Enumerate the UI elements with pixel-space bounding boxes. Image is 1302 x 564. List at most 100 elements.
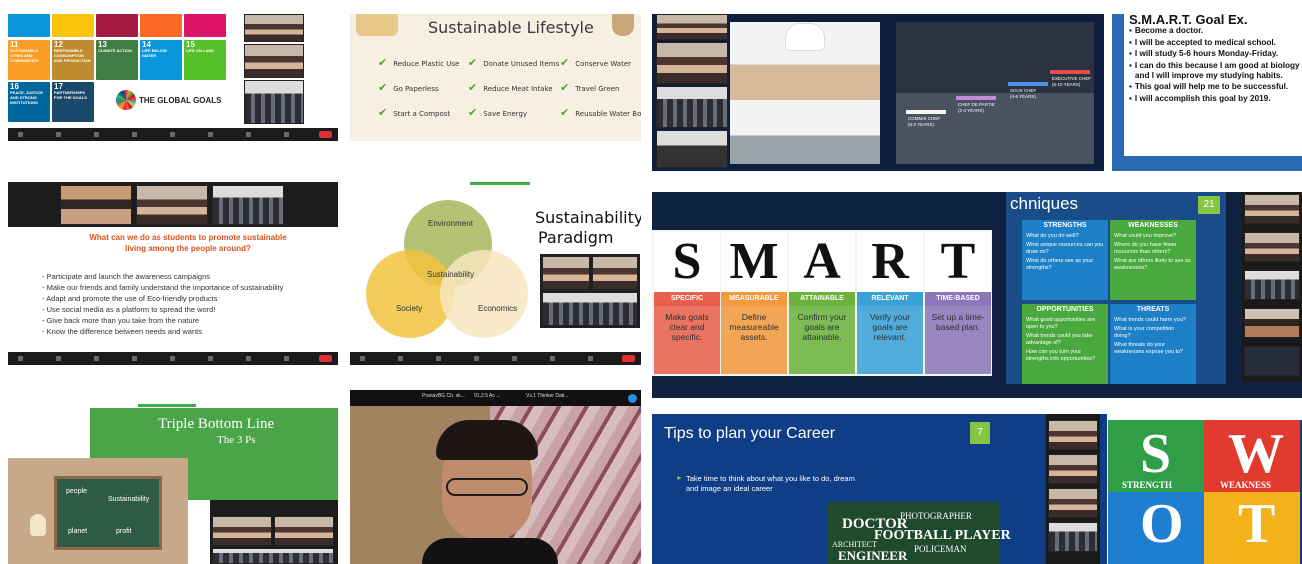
sdg-tile-label: RESPONSIBLE CONSUMPTION AND PRODUCTION — [54, 48, 91, 63]
panel-career-tips: Tips to plan your Career 7 ► Take time t… — [652, 414, 1107, 564]
career-word: FOOTBALL PLAYER — [874, 528, 1011, 543]
sdg-tile-label: LIFE ON LAND — [186, 48, 214, 53]
participant-video — [212, 548, 334, 564]
swot-box-item: What are others likely to see as weaknes… — [1114, 258, 1191, 271]
swot-box: STRENGTHS What do you do well? What unique… — [1022, 220, 1108, 300]
goal-text: Become a doctor. — [1134, 26, 1204, 35]
swot-box-item: What unique resources can you draw on? — [1026, 242, 1104, 255]
bullet-square-icon: ▪ — [1129, 60, 1132, 70]
slide-title-line2: Paradigm — [538, 228, 614, 247]
participant-video — [542, 256, 590, 290]
venn-label-society: Society — [396, 304, 423, 313]
bullet-square-icon: ▪ — [1129, 37, 1132, 47]
bullet-square-icon: ▪ — [1129, 26, 1132, 35]
info-icon[interactable] — [628, 394, 637, 403]
sdg-tile-top-5 — [184, 14, 226, 37]
career-level-label: CHEF DE PARTIE (2-4 YEARS) — [958, 102, 995, 113]
lifestyle-item-label: Donate Unused Items — [483, 60, 560, 68]
gallery-cell[interactable]: 91,2.5 Ac ... — [474, 393, 500, 399]
slide-question: What can we do as students to promote su… — [89, 233, 287, 253]
swot-label-strength: STRENGTH — [1122, 480, 1173, 490]
sdg-tile-label: PARTNERSHIPS FOR THE GOALS — [54, 90, 87, 100]
end-meeting-button[interactable] — [622, 355, 635, 362]
career-level-label: COMMIS CHEF (0-2 YEARS) — [908, 116, 940, 127]
lifestyle-item-label: Reduce Plastic Use — [393, 60, 460, 68]
smart-letter: S — [672, 233, 702, 290]
participant-video — [1244, 346, 1300, 376]
gallery-cell[interactable]: Vs.1 Thinker Dati... — [526, 393, 568, 399]
zoom-toolbar[interactable] — [350, 352, 641, 365]
smart-label: MEASURABLE — [721, 292, 787, 306]
venn-label-sustainability: Sustainability — [427, 270, 475, 279]
sdg-tile-number: 14 — [142, 40, 151, 49]
page-title: Sustainable Lifestyle — [428, 18, 594, 37]
global-goals-label: THE GLOBAL GOALS — [139, 96, 222, 105]
panel-sustainable-lifestyle: Sustainable Lifestyle ✔ Reduce Plastic Us… — [350, 14, 641, 141]
bullet-square-icon: ▪ — [1129, 82, 1132, 92]
bullet-item: - Participate and launch the awareness c… — [42, 272, 211, 281]
slide-subtitle: The 3 Ps — [217, 434, 256, 446]
slide-title: Tips to plan your Career — [664, 425, 836, 442]
kitchen-image — [896, 22, 1094, 164]
panel-swot-puzzle: S STRENGTH W WEAKNESS O T — [1108, 420, 1302, 564]
top-strip — [138, 404, 196, 407]
smart-column: A ATTAINABLE Confirm your goals are attain… — [789, 232, 855, 374]
panel-triple-bottom-line: Triple Bottom Line The 3 Ps people Susta… — [8, 404, 338, 564]
zoom-toolbar[interactable] — [8, 128, 338, 141]
lifestyle-item: ✔ Reduce Meat Intake — [468, 81, 553, 94]
sdg-tile-label: PEACE, JUSTICE AND STRONG INSTITUTIONS — [10, 90, 43, 105]
participant-video — [656, 42, 728, 84]
check-icon: ✔ — [560, 56, 570, 69]
sdg-tile: 13 CLIMATE ACTION — [96, 40, 138, 80]
sdg-tile: 17 PARTNERSHIPS FOR THE GOALS — [52, 82, 94, 122]
check-icon: ✔ — [560, 106, 570, 119]
smart-description: Define measureable assets. — [721, 306, 787, 374]
slide-title-line1: Sustainability — [535, 208, 641, 227]
gallery-cell[interactable]: PranavBG Ch. sk... — [422, 393, 465, 399]
participant-video — [1048, 522, 1098, 552]
swot-box-heading: THREATS — [1136, 306, 1170, 313]
goal-line: ▪ I will be accepted to medical school. — [1129, 38, 1302, 48]
decor-leaf — [612, 14, 634, 36]
smart-letter: R — [871, 233, 909, 290]
speaker-glasses — [446, 478, 528, 496]
goal-line: ▪ This goal will help me to be successful… — [1129, 82, 1302, 92]
smart-column: R RELEVANT Verify your goals are relevant. — [857, 232, 923, 374]
lifestyle-item: ✔ Reusable Water Bottle — [560, 106, 641, 119]
panel-sdg-goals: THE GLOBAL GOALS 11 SUSTAINABLE CITIES AN… — [8, 14, 338, 141]
smart-description: Set up a time-based plan. — [925, 306, 991, 374]
participant-video — [1244, 270, 1300, 300]
bullet-item: - Know the difference between needs and … — [42, 327, 202, 336]
swot-letter-s: S — [1140, 423, 1172, 485]
participant-video — [592, 256, 638, 290]
slide-number: 7 — [970, 422, 990, 444]
zoom-toolbar[interactable] — [8, 352, 338, 365]
goal-text: I will study 5-6 hours Monday-Friday. — [1134, 49, 1279, 59]
panel-students-question: What can we do as students to promote su… — [8, 182, 338, 365]
sdg-tile: 15 LIFE ON LAND — [184, 40, 226, 80]
lifestyle-item-label: Travel Green — [575, 85, 620, 93]
swot-letter-o: O — [1140, 493, 1184, 555]
smart-label: ATTAINABLE — [789, 292, 855, 306]
sdg-tile-number: 11 — [10, 40, 19, 49]
venn-label-environment: Environment — [428, 219, 473, 228]
sdg-tile-number: 15 — [186, 40, 195, 49]
participant-video — [1048, 454, 1098, 484]
check-icon: ✔ — [378, 81, 388, 94]
sdg-tile-number: 17 — [54, 82, 63, 91]
goal-text: I will be accepted to medical school. — [1134, 37, 1276, 47]
goal-text: I can do this because I am good at biolo… — [1134, 60, 1300, 80]
swot-label-weakness: WEAKNESS — [1220, 480, 1272, 490]
swot-letter-t: T — [1238, 493, 1276, 555]
participant-video — [656, 130, 728, 168]
swot-box: WEAKNESSES What could you improve? Where d… — [1110, 220, 1196, 300]
bullet-list: - Participate and launch the awareness c… — [42, 271, 332, 337]
end-meeting-button[interactable] — [319, 131, 332, 138]
goal-line: ▪ I can do this because I am good at biol… — [1129, 61, 1302, 81]
smart-column: M MEASURABLE Define measureable assets. — [721, 232, 787, 374]
end-meeting-button[interactable] — [319, 355, 332, 362]
lifestyle-item-label: Start a Compost — [393, 110, 451, 118]
lifestyle-item: ✔ Donate Unused Items — [468, 56, 559, 69]
career-level-bar — [1008, 82, 1048, 86]
lifestyle-item: ✔ Reduce Plastic Use — [378, 56, 459, 69]
